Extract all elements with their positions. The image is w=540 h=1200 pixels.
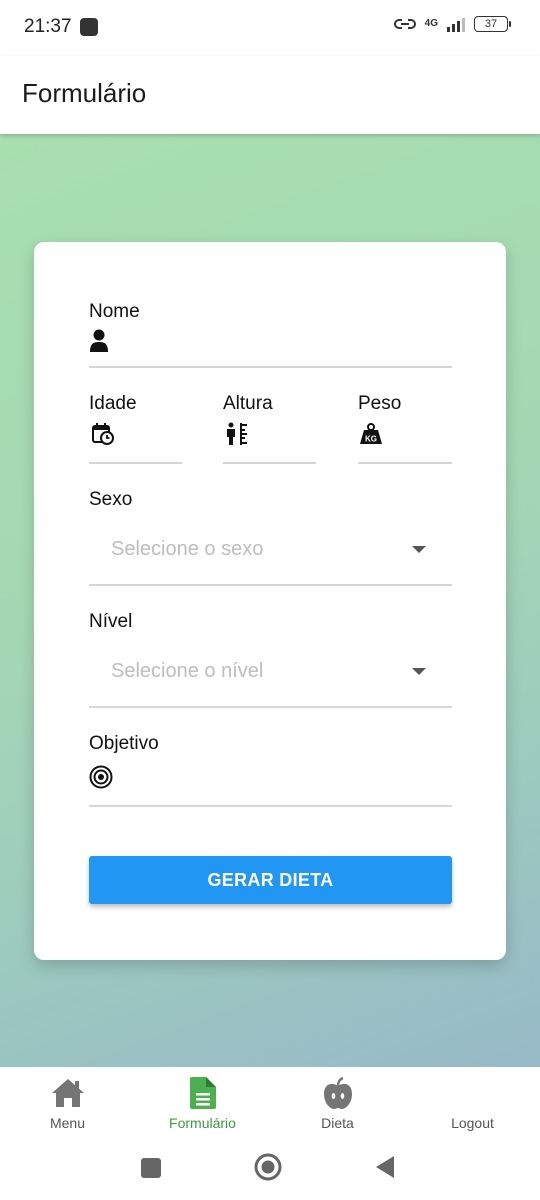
- link-icon: [393, 19, 416, 29]
- home-icon: [51, 1079, 84, 1107]
- nav-item-menu[interactable]: Menu: [0, 1067, 135, 1143]
- battery-icon: 37: [474, 16, 511, 32]
- nav-label-logout: Logout: [451, 1115, 494, 1131]
- nav-label-formulario: Formulário: [169, 1115, 236, 1131]
- sex-select[interactable]: Selecione o sexo: [89, 522, 452, 578]
- status-bar: 21:37 4G 37: [0, 0, 540, 56]
- bottom-navigation: Menu Formulário Dieta Logout: [0, 1067, 540, 1143]
- height-ruler-icon: [227, 422, 247, 445]
- weight-label: Peso: [358, 393, 402, 414]
- network-type: 4G: [424, 18, 438, 29]
- status-icons: 4G 37: [393, 16, 511, 32]
- signal-icon: [447, 18, 465, 32]
- level-select[interactable]: Selecione o nível: [89, 644, 452, 700]
- name-input[interactable]: [89, 366, 452, 368]
- document-icon: [189, 1077, 216, 1109]
- level-select-placeholder: Selecione o nível: [111, 660, 264, 682]
- content-area: Nome Idade Altura Peso KG Sexo Selecione…: [0, 134, 540, 1067]
- form-card: Nome Idade Altura Peso KG Sexo Selecione…: [34, 242, 506, 960]
- weight-input[interactable]: [358, 462, 452, 464]
- height-label: Altura: [223, 393, 273, 414]
- generate-diet-button[interactable]: GERAR DIETA: [89, 856, 452, 904]
- app-bar: Formulário: [0, 56, 540, 134]
- name-label: Nome: [89, 301, 140, 322]
- notification-app-icon: [80, 18, 98, 36]
- nav-label-dieta: Dieta: [321, 1115, 354, 1131]
- chevron-down-icon: [412, 546, 426, 553]
- back-button-icon[interactable]: [374, 1155, 396, 1179]
- goal-label: Objetivo: [89, 733, 159, 754]
- page-title: Formulário: [22, 78, 147, 108]
- nav-item-dieta[interactable]: Dieta: [270, 1067, 405, 1143]
- status-time: 21:37: [24, 16, 72, 37]
- svg-text:KG: KG: [365, 435, 377, 444]
- sex-select-underline: [89, 584, 452, 586]
- weight-kg-icon: KG: [360, 423, 382, 444]
- level-label: Nível: [89, 611, 133, 632]
- target-icon: [89, 765, 113, 789]
- nav-item-logout[interactable]: Logout: [405, 1067, 540, 1143]
- home-button-icon[interactable]: [254, 1153, 282, 1181]
- sex-select-placeholder: Selecione o sexo: [111, 538, 264, 560]
- age-input[interactable]: [89, 462, 182, 464]
- calendar-clock-icon: [92, 423, 114, 445]
- sex-label: Sexo: [89, 489, 133, 510]
- recent-apps-icon[interactable]: [140, 1157, 162, 1179]
- level-select-underline: [89, 706, 452, 708]
- user-icon: [90, 329, 108, 352]
- age-label: Idade: [89, 393, 137, 414]
- apple-icon: [323, 1077, 352, 1109]
- height-input[interactable]: [223, 462, 316, 464]
- goal-input[interactable]: [89, 805, 452, 807]
- nav-item-formulario[interactable]: Formulário: [135, 1067, 270, 1143]
- chevron-down-icon: [412, 668, 426, 675]
- system-navigation-bar: [0, 1143, 540, 1200]
- nav-label-menu: Menu: [49, 1115, 86, 1131]
